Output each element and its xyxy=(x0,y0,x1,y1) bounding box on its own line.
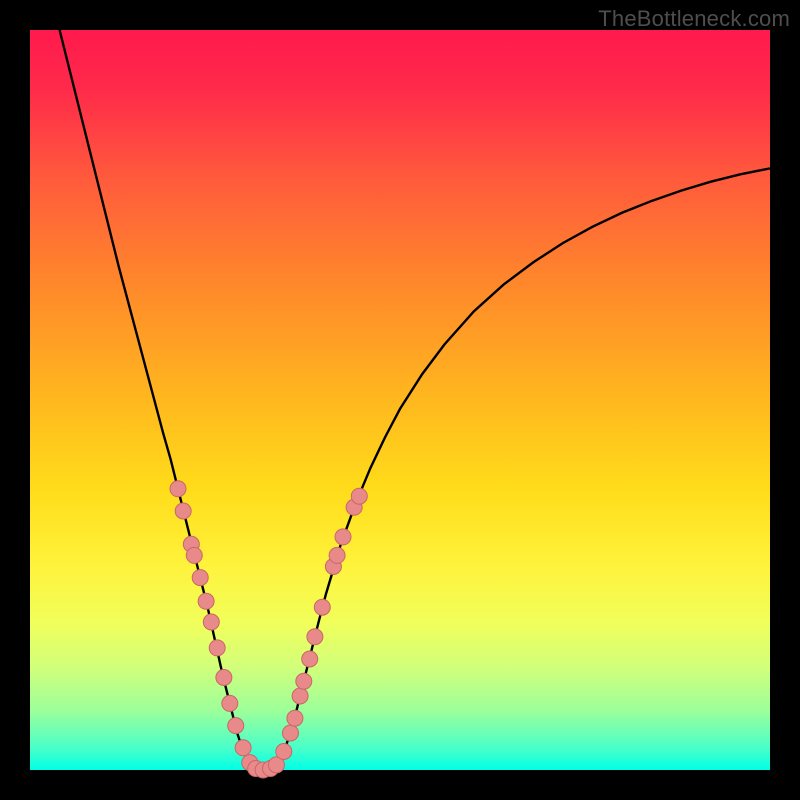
marker-dot xyxy=(192,570,208,586)
marker-dot xyxy=(351,488,367,504)
marker-dot xyxy=(307,629,323,645)
marker-dot xyxy=(314,599,330,615)
marker-dot xyxy=(228,718,244,734)
marker-dot xyxy=(296,673,312,689)
marker-dot xyxy=(292,688,308,704)
marker-dot xyxy=(222,695,238,711)
marker-dot xyxy=(287,710,303,726)
marker-dot xyxy=(175,503,191,519)
bottleneck-chart xyxy=(0,0,800,800)
marker-dot xyxy=(302,651,318,667)
marker-dot xyxy=(235,740,251,756)
marker-dot xyxy=(203,614,219,630)
marker-dot xyxy=(186,547,202,563)
marker-dot xyxy=(282,725,298,741)
marker-dot xyxy=(335,529,351,545)
marker-dot xyxy=(170,481,186,497)
watermark-label: TheBottleneck.com xyxy=(598,6,790,32)
chart-container: TheBottleneck.com xyxy=(0,0,800,800)
gradient-plot-area xyxy=(30,30,770,770)
marker-dot xyxy=(276,744,292,760)
marker-dot xyxy=(209,640,225,656)
marker-dot xyxy=(329,547,345,563)
marker-dot xyxy=(198,593,214,609)
marker-dot xyxy=(216,670,232,686)
